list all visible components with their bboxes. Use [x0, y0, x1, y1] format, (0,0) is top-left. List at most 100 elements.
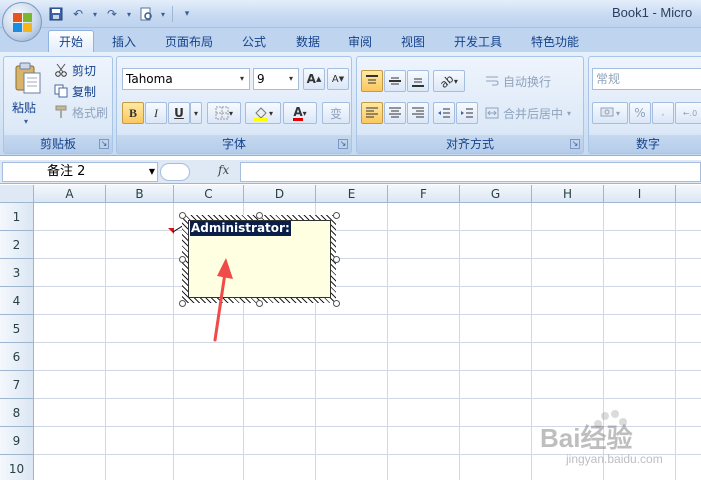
align-center-button[interactable] — [384, 102, 406, 124]
resize-handle-w[interactable] — [179, 256, 186, 263]
column-header-h[interactable]: H — [532, 185, 604, 203]
resize-handle-e[interactable] — [333, 256, 340, 263]
undo-icon[interactable]: ↶ — [70, 6, 86, 22]
format-painter-button[interactable]: 格式刷 — [54, 102, 108, 122]
bold-button[interactable]: B — [122, 102, 144, 124]
row-header-4[interactable]: 4 — [0, 287, 34, 315]
column-header-c[interactable]: C — [174, 185, 244, 203]
row-header-2[interactable]: 2 — [0, 231, 34, 259]
column-header-f[interactable]: F — [388, 185, 460, 203]
tab-insert[interactable]: 插入 — [102, 30, 146, 52]
font-color-dropdown-icon[interactable]: ▾ — [303, 109, 307, 118]
formula-input[interactable] — [240, 162, 701, 182]
redo-icon[interactable]: ↷ — [104, 6, 120, 22]
save-icon[interactable] — [48, 6, 64, 22]
orientation-button[interactable]: ab ▾ — [433, 70, 465, 92]
currency-dropdown-icon[interactable]: ▾ — [616, 109, 620, 118]
column-header-i[interactable]: I — [604, 185, 676, 203]
grow-font-button[interactable]: A ▲ — [303, 68, 325, 90]
qat-dropdown-icon[interactable]: ▾ — [160, 6, 166, 22]
row-header-3[interactable]: 3 — [0, 259, 34, 287]
font-size-dropdown-icon[interactable]: ▾ — [284, 69, 298, 89]
tab-view[interactable]: 视图 — [391, 30, 435, 52]
row-header-7[interactable]: 7 — [0, 371, 34, 399]
merge-center-button[interactable]: 合并后居中 ▾ — [485, 103, 571, 123]
column-header-e[interactable]: E — [316, 185, 388, 203]
resize-handle-nw[interactable] — [179, 212, 186, 219]
row-header-5[interactable]: 5 — [0, 315, 34, 343]
copy-icon — [54, 84, 68, 98]
italic-button[interactable]: I — [145, 102, 167, 124]
tab-developer[interactable]: 开发工具 — [446, 30, 510, 52]
customize-qat-icon[interactable]: ▾ — [179, 6, 195, 22]
clipboard-launcher-icon[interactable]: ↘ — [99, 139, 109, 149]
tab-data[interactable]: 数据 — [286, 30, 330, 52]
name-box-dropdown-icon[interactable]: ▼ — [149, 163, 155, 181]
font-size-combo[interactable]: 9 ▾ — [253, 68, 299, 90]
fill-color-dropdown-icon[interactable]: ▾ — [269, 109, 273, 118]
row-header-10[interactable]: 10 — [0, 455, 34, 480]
paste-icon[interactable] — [14, 62, 42, 94]
row-header-8[interactable]: 8 — [0, 399, 34, 427]
font-color-icon: A — [293, 104, 303, 121]
align-bottom-button[interactable] — [407, 70, 429, 92]
cut-button[interactable]: 剪切 — [54, 60, 96, 80]
resize-handle-se[interactable] — [333, 300, 340, 307]
paste-dropdown-icon[interactable]: ▾ — [24, 117, 28, 126]
tab-special-features[interactable]: 特色功能 — [523, 30, 587, 52]
increase-decimal-button[interactable]: ←.0 — [675, 102, 701, 124]
phonetic-button[interactable]: 变 — [322, 102, 350, 124]
paste-button[interactable]: 粘贴 — [12, 99, 36, 116]
office-button[interactable] — [2, 2, 42, 42]
number-format-combo[interactable]: 常规 — [592, 68, 701, 90]
column-header-g[interactable]: G — [460, 185, 532, 203]
undo-dropdown-icon[interactable]: ▾ — [92, 6, 98, 22]
align-left-button[interactable] — [361, 102, 383, 124]
increase-indent-button[interactable] — [456, 102, 478, 124]
tab-formulas[interactable]: 公式 — [232, 30, 276, 52]
fill-color-button[interactable]: ▾ — [245, 102, 281, 124]
number-format-value: 常规 — [596, 72, 621, 86]
font-name-combo[interactable]: Tahoma ▾ — [122, 68, 250, 90]
row-header-1[interactable]: 1 — [0, 203, 34, 231]
decrease-indent-button[interactable] — [433, 102, 455, 124]
align-right-button[interactable] — [407, 102, 429, 124]
currency-button[interactable]: ▾ — [592, 102, 628, 124]
underline-dropdown-icon[interactable]: ▾ — [190, 102, 202, 124]
resize-handle-s[interactable] — [256, 300, 263, 307]
font-launcher-icon[interactable]: ↘ — [338, 139, 348, 149]
tab-review[interactable]: 审阅 — [338, 30, 382, 52]
column-header-a[interactable]: A — [34, 185, 106, 203]
underline-button[interactable]: U — [168, 102, 190, 124]
comma-style-button[interactable]: , — [652, 102, 674, 124]
comment-author[interactable]: Administrator: — [190, 221, 291, 236]
copy-button[interactable]: 复制 — [54, 81, 96, 101]
row-header-9[interactable]: 9 — [0, 427, 34, 455]
row-header-6[interactable]: 6 — [0, 343, 34, 371]
formula-expand-pill[interactable] — [160, 163, 190, 181]
borders-button[interactable]: ▾ — [207, 102, 241, 124]
borders-dropdown-icon[interactable]: ▾ — [229, 109, 233, 118]
column-header-j[interactable] — [676, 185, 701, 203]
resize-handle-ne[interactable] — [333, 212, 340, 219]
print-preview-icon[interactable] — [138, 6, 154, 22]
insert-function-button[interactable]: fx — [218, 163, 229, 177]
shrink-font-button[interactable]: A ▼ — [327, 68, 349, 90]
align-middle-button[interactable] — [384, 70, 406, 92]
merge-center-dropdown-icon[interactable]: ▾ — [567, 109, 571, 118]
wrap-text-button[interactable]: 自动换行 — [485, 71, 551, 91]
redo-dropdown-icon[interactable]: ▾ — [126, 6, 132, 22]
align-top-button[interactable] — [361, 70, 383, 92]
alignment-launcher-icon[interactable]: ↘ — [570, 139, 580, 149]
font-name-dropdown-icon[interactable]: ▾ — [235, 69, 249, 89]
column-header-b[interactable]: B — [106, 185, 174, 203]
column-header-d[interactable]: D — [244, 185, 316, 203]
name-box[interactable]: 备注 2 ▼ — [2, 162, 158, 182]
tab-page-layout[interactable]: 页面布局 — [158, 30, 220, 52]
percent-button[interactable]: % — [629, 102, 651, 124]
font-color-button[interactable]: A ▾ — [283, 102, 317, 124]
resize-handle-sw[interactable] — [179, 300, 186, 307]
tab-home[interactable]: 开始 — [48, 30, 94, 52]
resize-handle-n[interactable] — [256, 212, 263, 219]
select-all-button[interactable] — [0, 185, 34, 203]
